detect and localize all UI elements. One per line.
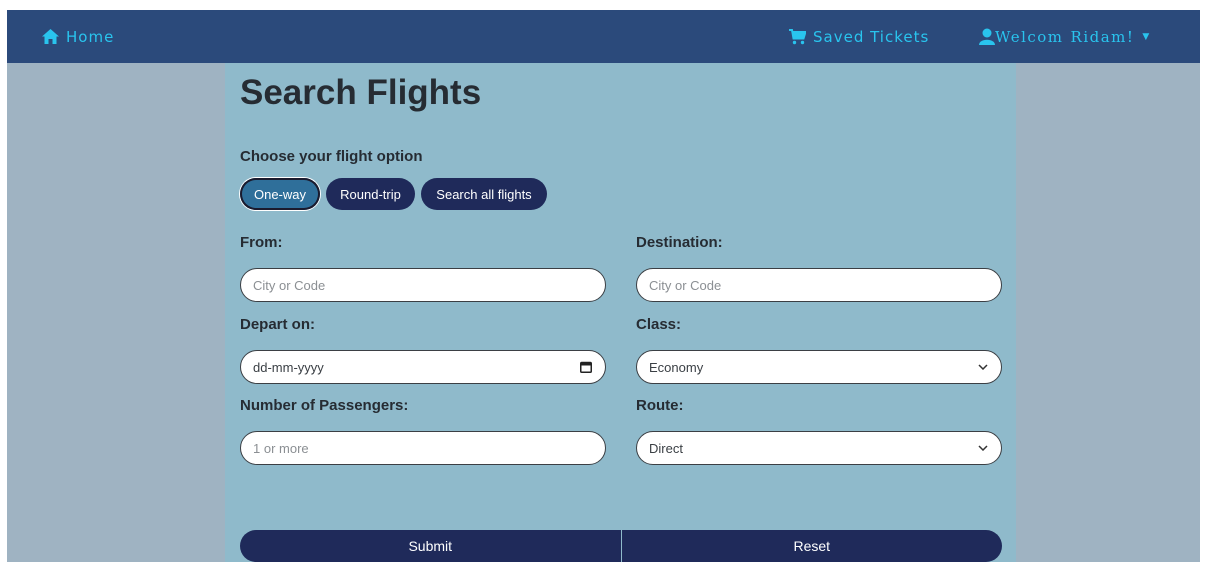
home-link-label: Home: [66, 27, 115, 46]
saved-tickets-label: Saved Tickets: [813, 27, 930, 46]
depart-date-input[interactable]: dd-mm-yyyy: [240, 350, 606, 384]
class-label: Class:: [636, 316, 682, 333]
flight-option-label: Choose your flight option: [240, 148, 423, 165]
submit-button[interactable]: Submit: [240, 530, 622, 562]
round-trip-button[interactable]: Round-trip: [326, 178, 415, 210]
chevron-down-icon: [978, 351, 988, 383]
chevron-down-icon: [978, 432, 988, 464]
route-select-value: Direct: [649, 440, 683, 456]
route-select[interactable]: Direct: [636, 431, 1002, 465]
home-icon: [42, 29, 59, 44]
user-icon: [979, 28, 995, 45]
app-frame: Home Saved Tickets Welcom Ridam! ▼ Searc…: [7, 10, 1200, 562]
depart-date-placeholder: dd-mm-yyyy: [253, 359, 324, 375]
from-label: From:: [240, 234, 283, 251]
destination-label: Destination:: [636, 234, 723, 251]
reset-button[interactable]: Reset: [621, 530, 1002, 562]
user-welcome-label: Welcom: [995, 27, 1064, 46]
home-link[interactable]: Home: [42, 10, 114, 63]
search-all-flights-button[interactable]: Search all flights: [421, 178, 547, 210]
caret-down-icon: ▼: [1142, 31, 1151, 42]
route-label: Route:: [636, 397, 684, 414]
user-name-label: Ridam!: [1070, 27, 1135, 46]
passengers-label: Number of Passengers:: [240, 397, 409, 414]
depart-label: Depart on:: [240, 316, 315, 333]
destination-input[interactable]: City or Code: [636, 268, 1002, 302]
destination-placeholder: City or Code: [649, 277, 722, 293]
search-panel: Search Flights Choose your flight option…: [225, 63, 1016, 562]
form-actions: Submit Reset: [240, 530, 1002, 562]
one-way-button[interactable]: One-way: [240, 178, 320, 210]
page-title: Search Flights: [240, 73, 482, 112]
cart-icon: [789, 28, 806, 45]
from-input[interactable]: City or Code: [240, 268, 606, 302]
navbar: Home Saved Tickets Welcom Ridam! ▼: [7, 10, 1200, 63]
class-select[interactable]: Economy: [636, 350, 1002, 384]
passengers-input[interactable]: 1 or more: [240, 431, 606, 465]
from-placeholder: City or Code: [253, 277, 326, 293]
class-select-value: Economy: [649, 359, 704, 375]
calendar-icon[interactable]: [580, 351, 592, 383]
passengers-placeholder: 1 or more: [253, 440, 309, 456]
user-menu[interactable]: Welcom Ridam! ▼: [979, 10, 1151, 63]
saved-tickets-link[interactable]: Saved Tickets: [789, 10, 929, 63]
